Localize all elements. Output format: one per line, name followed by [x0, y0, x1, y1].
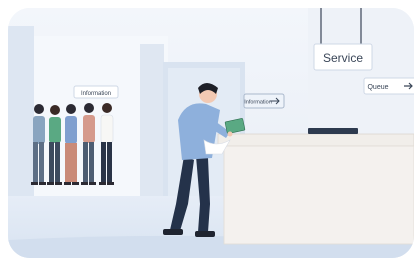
illustration-frame: Information Information Service Queue	[8, 8, 414, 258]
information-door-sign: Information	[243, 93, 285, 109]
svg-text:Service: Service	[323, 51, 363, 65]
counter-monitor	[308, 128, 358, 134]
svg-text:Queue: Queue	[367, 84, 388, 91]
queue-sign: Queue	[363, 77, 414, 95]
service-desk-illustration: Information Information Service Queue	[8, 8, 414, 258]
center-pillar	[140, 44, 164, 216]
service-counter	[217, 128, 414, 245]
svg-text:Information: Information	[244, 100, 272, 106]
information-sign: Information	[73, 85, 119, 99]
svg-text:Information: Information	[81, 91, 111, 97]
